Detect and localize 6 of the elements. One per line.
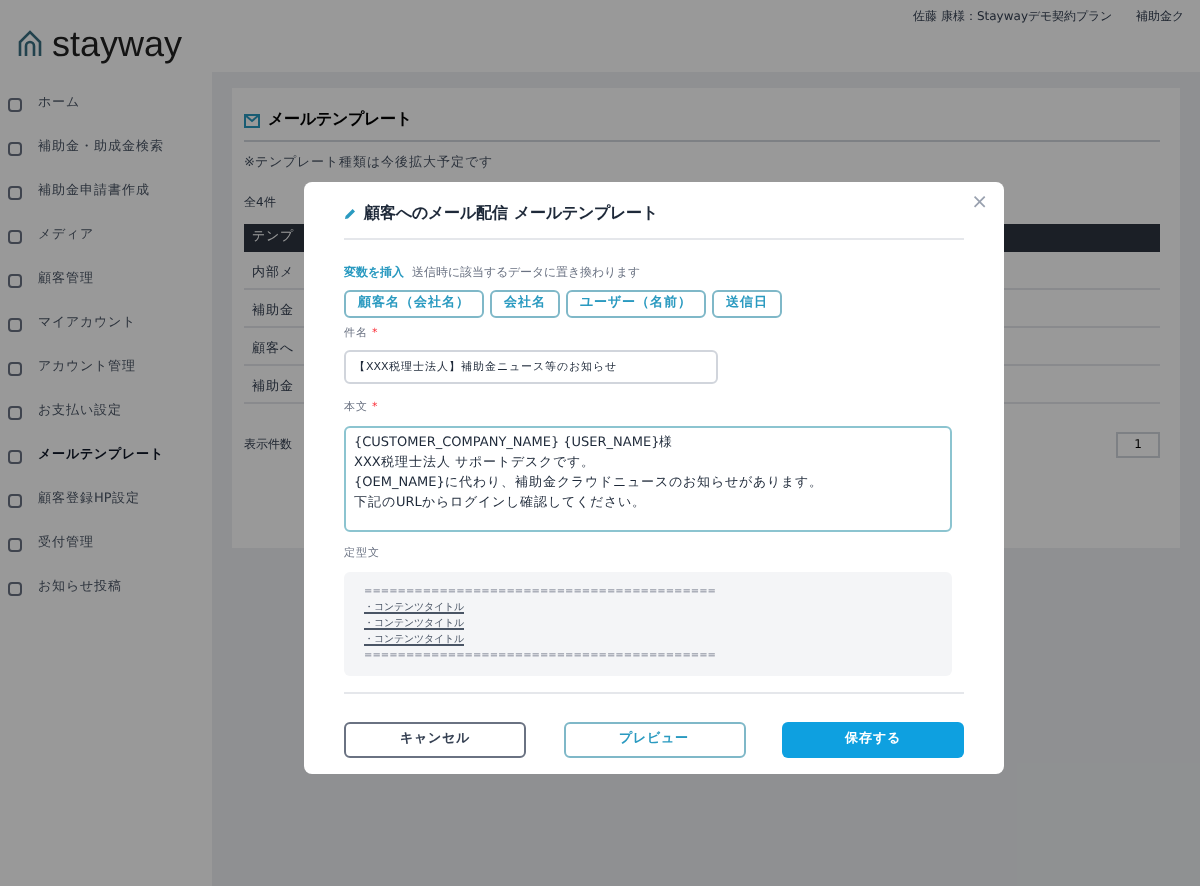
modal-title: 顧客へのメール配信 メールテンプレート (364, 202, 658, 226)
house-logo-icon (16, 30, 44, 58)
logo-text: stayway (52, 21, 183, 68)
close-button[interactable]: × (971, 188, 988, 218)
mail-icon (244, 113, 260, 127)
page-title: メールテンプレート (268, 108, 412, 132)
